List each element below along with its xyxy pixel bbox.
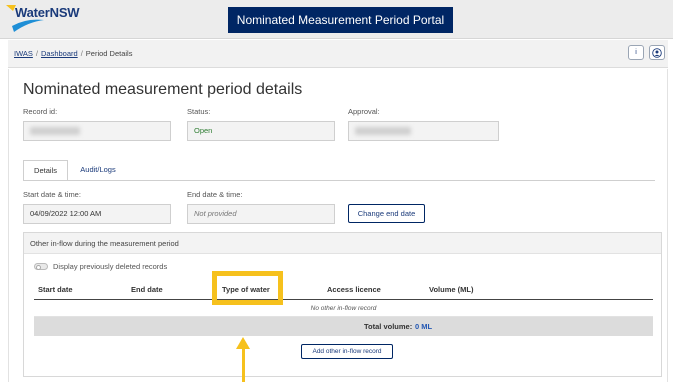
- tab-divider: [23, 180, 655, 181]
- total-volume-label: Total volume:: [364, 322, 413, 331]
- panel-title: Other in-flow during the measurement per…: [24, 233, 661, 254]
- portal-title: Nominated Measurement Period Portal: [228, 7, 453, 33]
- waternsw-logo[interactable]: WaterNSW: [4, 2, 80, 36]
- column-header-end-date: End date: [131, 285, 163, 294]
- column-header-start-date: Start date: [38, 285, 73, 294]
- start-date-field: 04/09/2022 12:00 AM: [23, 204, 171, 224]
- column-header-access-licence: Access licence: [327, 285, 381, 294]
- column-header-volume: Volume (ML): [429, 285, 474, 294]
- breadcrumb-current: Period Details: [85, 49, 133, 58]
- logo-text: WaterNSW: [15, 5, 80, 20]
- tab-details[interactable]: Details: [23, 160, 68, 181]
- info-icon: i: [635, 49, 637, 56]
- end-date-label: End date & time:: [187, 190, 243, 199]
- status-label: Status:: [187, 107, 211, 116]
- type-of-water-highlight: [212, 271, 283, 305]
- redacted-record-id: [30, 127, 80, 135]
- info-button[interactable]: i: [628, 45, 644, 60]
- total-volume-value: 0 ML: [415, 322, 433, 331]
- breadcrumb-link-dashboard[interactable]: Dashboard: [41, 49, 78, 58]
- toggle-knob: [36, 265, 41, 270]
- breadcrumb-link-iwas[interactable]: IWAS: [14, 49, 33, 58]
- page-title: Nominated measurement period details: [23, 81, 303, 98]
- show-deleted-label: Display previously deleted records: [53, 262, 168, 271]
- app-header: WaterNSW Nominated Measurement Period Po…: [0, 0, 673, 39]
- record-id-label: Record id:: [23, 107, 58, 116]
- other-inflow-panel: Other in-flow during the measurement per…: [23, 232, 662, 377]
- record-id-field: [23, 121, 171, 141]
- redacted-approval: [355, 127, 411, 135]
- end-date-field: Not provided: [187, 204, 335, 224]
- breadcrumb-separator: /: [80, 49, 83, 58]
- breadcrumb-bar: IWAS / Dashboard / Period Details i: [8, 40, 668, 68]
- breadcrumb-separator: /: [35, 49, 38, 58]
- approval-field: [348, 121, 499, 141]
- main-content: Nominated measurement period details Rec…: [8, 69, 668, 382]
- approval-label: Approval:: [348, 107, 380, 116]
- user-button[interactable]: [649, 45, 665, 60]
- show-deleted-toggle[interactable]: [34, 263, 48, 270]
- change-end-date-button[interactable]: Change end date: [348, 204, 425, 223]
- empty-table-message: No other in-flow record: [34, 300, 653, 317]
- add-inflow-record-button[interactable]: Add other in-flow record: [301, 344, 393, 359]
- tab-audit-logs[interactable]: Audit/Logs: [69, 160, 127, 181]
- total-row: Total volume: 0 ML: [34, 317, 653, 336]
- breadcrumb: IWAS / Dashboard / Period Details: [14, 49, 132, 58]
- callout-arrow-shaft: [242, 348, 245, 382]
- status-field: Open: [187, 121, 335, 141]
- start-date-label: Start date & time:: [23, 190, 81, 199]
- user-icon: [652, 48, 662, 58]
